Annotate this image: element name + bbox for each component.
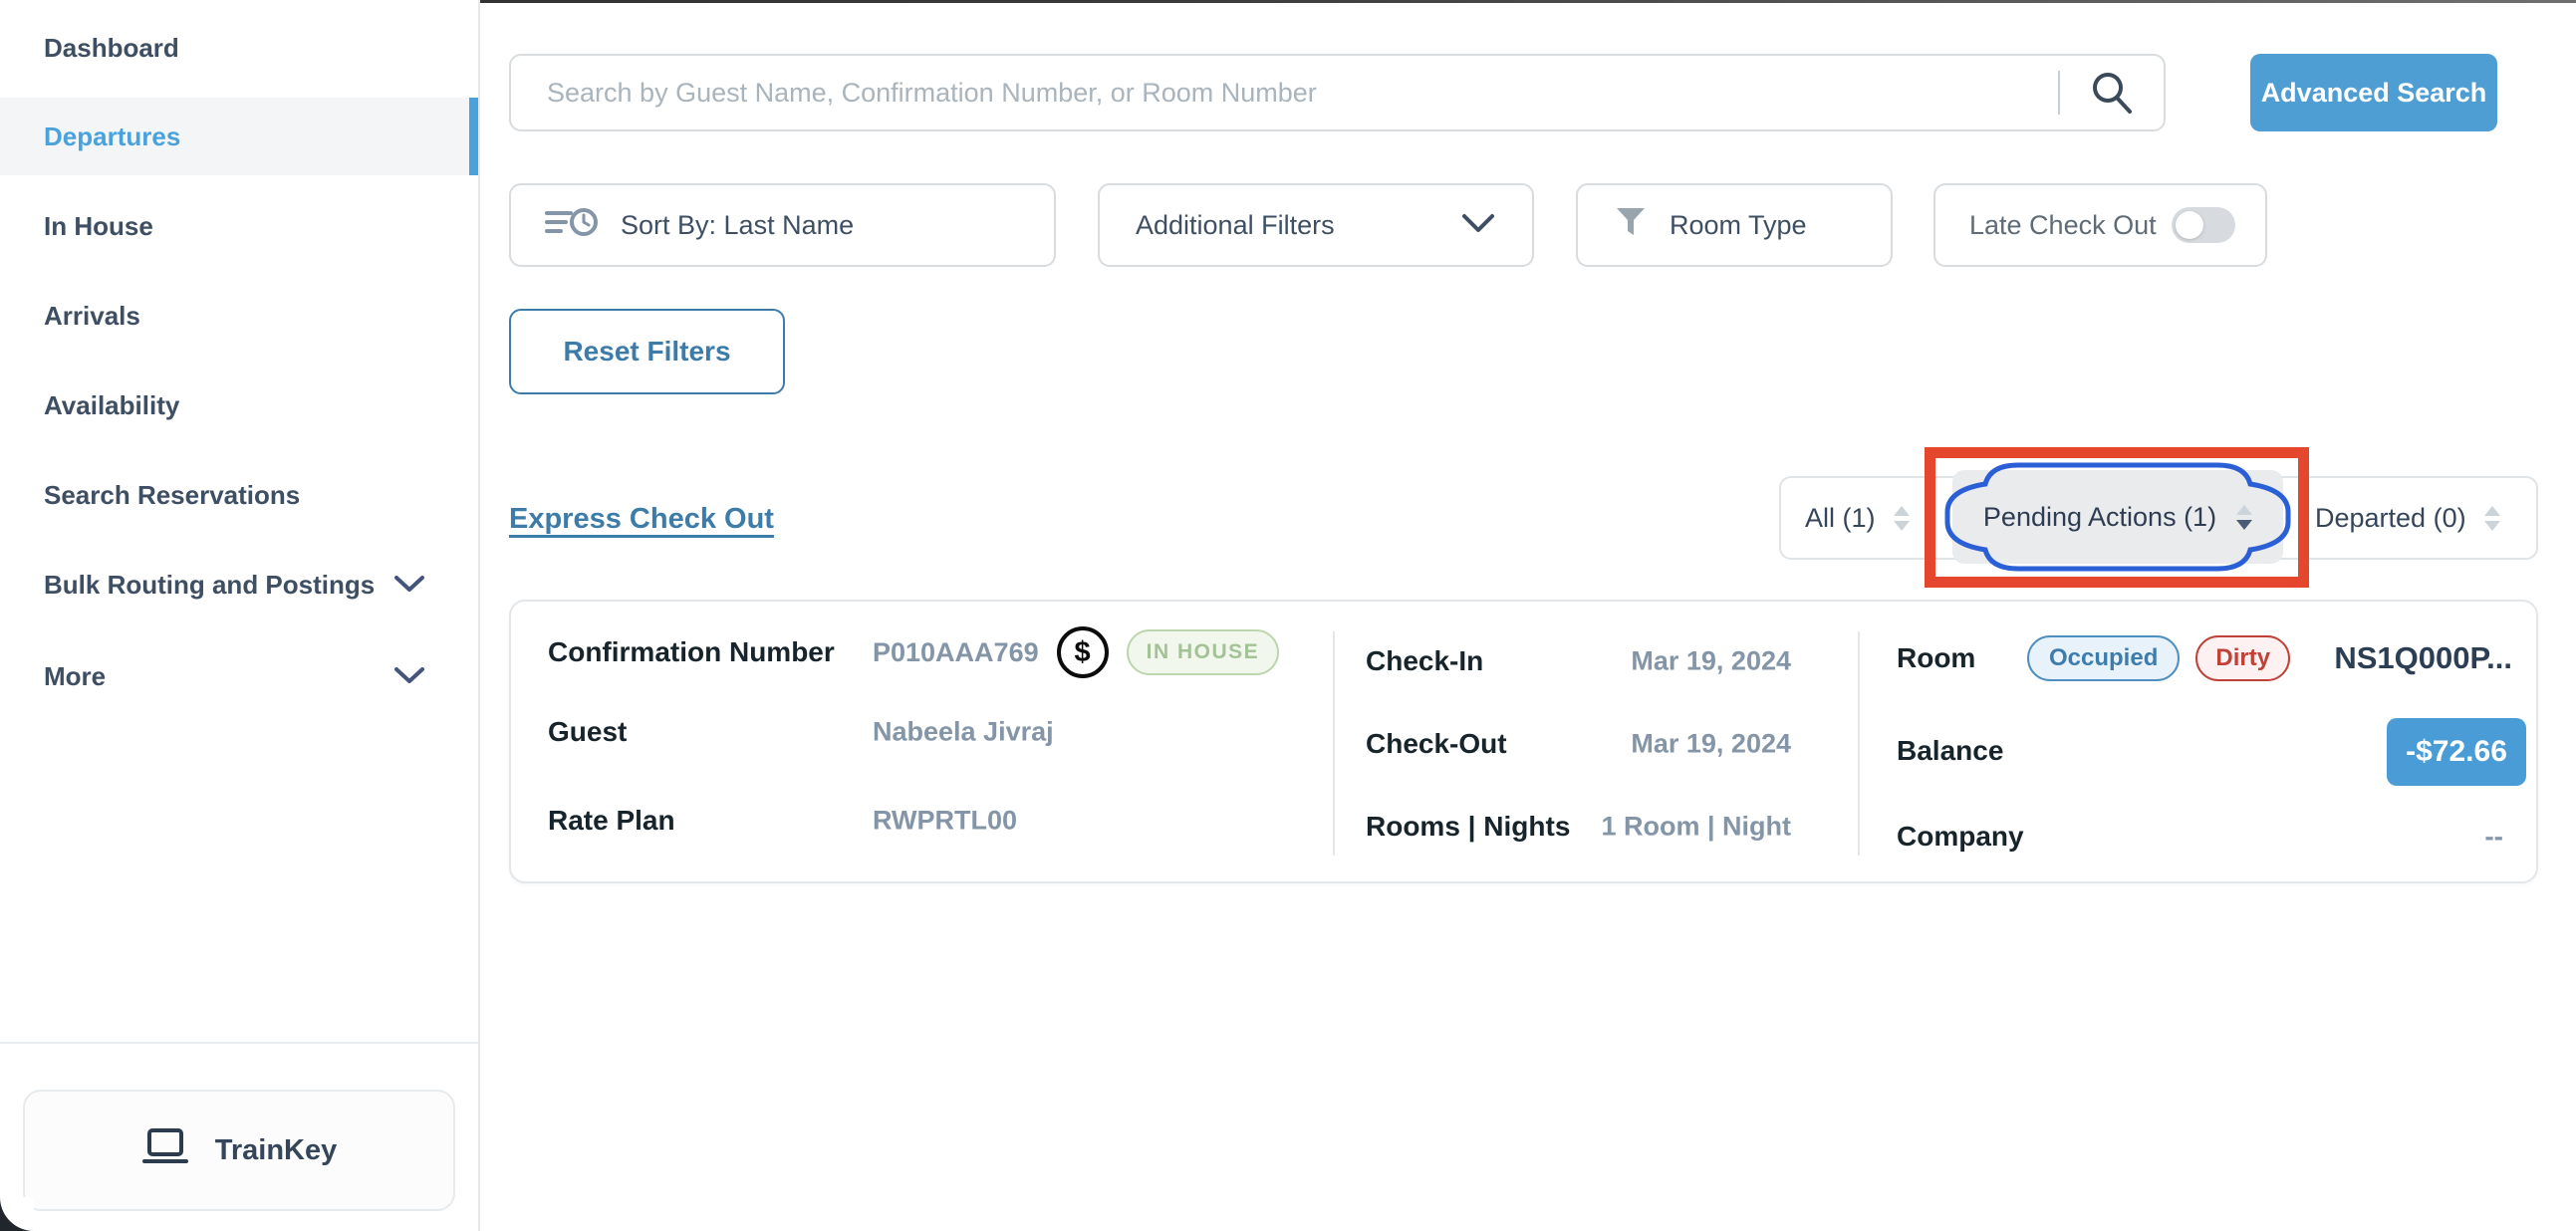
sidebar-item-label: Availability — [44, 390, 179, 421]
reset-filters-button[interactable]: Reset Filters — [509, 309, 785, 394]
trainkey-label: TrainKey — [215, 1134, 338, 1167]
tab-all-label: All (1) — [1805, 503, 1876, 534]
tab-all[interactable]: All (1) — [1805, 476, 1910, 560]
company-label: Company — [1897, 821, 2024, 853]
card-divider — [1333, 631, 1335, 856]
search-input[interactable] — [511, 56, 2058, 129]
reservation-card[interactable]: Confirmation Number P010AAA769 $ IN HOUS… — [509, 600, 2538, 883]
sidebar-item-arrivals[interactable]: Arrivals — [0, 277, 478, 355]
late-check-out-label: Late Check Out — [1969, 210, 2157, 241]
sidebar-item-dashboard[interactable]: Dashboard — [0, 9, 478, 87]
company-value: -- — [2484, 821, 2503, 853]
late-check-out-toggle[interactable] — [2172, 207, 2235, 243]
sidebar-item-departures[interactable]: Departures — [0, 98, 478, 175]
room-number-value: NS1Q000P... — [2334, 640, 2512, 676]
laptop-icon — [141, 1126, 189, 1174]
guest-label: Guest — [548, 716, 627, 748]
search-submit-button[interactable] — [2060, 56, 2164, 129]
sidebar-item-label: Departures — [44, 122, 180, 152]
additional-filters-label: Additional Filters — [1136, 210, 1335, 241]
focus-frame — [1942, 460, 2293, 574]
departures-page: Dashboard Departures In House Arrivals A… — [0, 0, 2576, 1231]
room-type-filter-button[interactable]: Room Type — [1576, 183, 1893, 267]
rooms-nights-value: 1 Room | Night — [1601, 812, 1791, 843]
up-down-arrows-icon[interactable] — [1894, 506, 1910, 531]
sort-by-button[interactable]: Sort By: Last Name — [509, 183, 1056, 267]
trainkey-button[interactable]: TrainKey — [23, 1090, 455, 1211]
tab-departed-label: Departed (0) — [2315, 503, 2466, 534]
sidebar-footer-divider — [0, 1042, 478, 1044]
sidebar-item-availability[interactable]: Availability — [0, 367, 478, 444]
check-in-value: Mar 19, 2024 — [1631, 646, 1791, 677]
sidebar-item-label: Dashboard — [44, 33, 179, 64]
confirmation-number-row: P010AAA769 $ IN HOUSE — [873, 626, 1279, 678]
toggle-knob — [2176, 211, 2203, 239]
late-check-out-filter: Late Check Out — [1933, 183, 2267, 267]
dirty-badge: Dirty — [2195, 635, 2290, 681]
sort-by-time-icon — [545, 204, 599, 247]
up-down-arrows-icon[interactable] — [2484, 506, 2500, 531]
sort-down-arrow — [2484, 521, 2500, 531]
tab-pending-actions[interactable]: Pending Actions (1) — [1942, 460, 2293, 574]
confirmation-number-value: P010AAA769 — [873, 637, 1039, 668]
check-in-label: Check-In — [1366, 645, 1483, 677]
check-out-label: Check-Out — [1366, 728, 1507, 760]
sidebar-item-more[interactable]: More — [0, 637, 478, 715]
rate-plan-value: RWPRTL00 — [873, 806, 1017, 837]
rooms-nights-label: Rooms | Nights — [1366, 811, 1570, 843]
card-divider — [1858, 631, 1860, 856]
balance-label: Balance — [1897, 735, 2003, 767]
sidebar-item-label: In House — [44, 211, 153, 242]
guest-search-box — [509, 54, 2166, 131]
chevron-down-icon — [392, 570, 426, 601]
sort-up-arrow — [2484, 506, 2500, 516]
rate-plan-label: Rate Plan — [548, 805, 675, 837]
sidebar-item-label: Arrivals — [44, 301, 140, 332]
search-icon — [2089, 69, 2135, 118]
dollar-circle-icon: $ — [1057, 626, 1109, 678]
sort-down-arrow — [1894, 521, 1910, 531]
room-type-label: Room Type — [1670, 210, 1807, 241]
sidebar-item-in-house[interactable]: In House — [0, 187, 478, 265]
occupied-badge: Occupied — [2027, 635, 2180, 681]
balance-amount-button[interactable]: -$72.66 — [2387, 718, 2526, 786]
advanced-search-button[interactable]: Advanced Search — [2250, 54, 2497, 131]
sort-up-arrow — [1894, 506, 1910, 516]
chevron-down-icon — [392, 661, 426, 692]
tab-departed[interactable]: Departed (0) — [2315, 476, 2500, 560]
funnel-icon — [1614, 205, 1648, 246]
express-check-out-link[interactable]: Express Check Out — [509, 503, 774, 536]
confirmation-number-label: Confirmation Number — [548, 636, 835, 668]
check-out-value: Mar 19, 2024 — [1631, 729, 1791, 760]
sidebar: Dashboard Departures In House Arrivals A… — [0, 0, 480, 1231]
sidebar-item-label: More — [44, 661, 106, 692]
sidebar-item-label: Search Reservations — [44, 480, 300, 511]
sidebar-item-bulk-routing[interactable]: Bulk Routing and Postings — [0, 546, 478, 623]
sidebar-item-label: Bulk Routing and Postings — [44, 570, 375, 601]
additional-filters-dropdown[interactable]: Additional Filters — [1098, 183, 1534, 267]
sidebar-item-search-reservations[interactable]: Search Reservations — [0, 456, 478, 534]
chevron-down-icon — [1460, 210, 1496, 241]
room-label: Room — [1897, 642, 1975, 674]
room-status-badges: Occupied Dirty — [2027, 635, 2290, 681]
guest-name-value: Nabeela Jivraj — [873, 717, 1054, 748]
in-house-status-badge: IN HOUSE — [1127, 629, 1280, 675]
sort-by-label: Sort By: Last Name — [621, 210, 854, 241]
